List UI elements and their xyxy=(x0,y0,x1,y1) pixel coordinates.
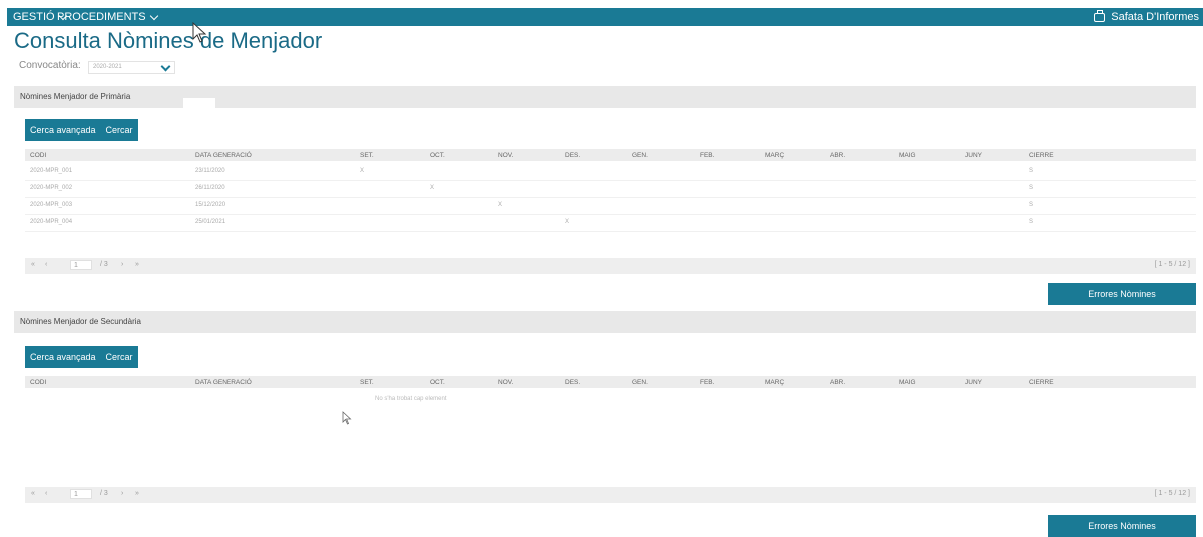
column-header[interactable]: MAIG xyxy=(899,152,916,159)
errors-button-secundaria[interactable]: Errores Nòmines xyxy=(1048,515,1196,537)
cell-data-generacio: 25/01/2021 xyxy=(195,219,226,225)
menu-gestio-label: GESTIÓ xyxy=(13,11,55,23)
pager-count: [ 1 - 5 / 12 ] xyxy=(1154,261,1190,268)
section-header-secundaria: Nòmines Menjador de Secundària xyxy=(14,311,1196,333)
pager-first-button[interactable]: « xyxy=(31,261,35,268)
section-title-primaria: Nòmines Menjador de Primària xyxy=(20,92,131,101)
convocatoria-select[interactable]: 2020-2021 xyxy=(88,61,175,74)
cell-codi: 2020-MPR_001 xyxy=(30,168,73,174)
column-header[interactable]: DES. xyxy=(565,379,580,386)
column-header[interactable]: GEN. xyxy=(632,152,648,159)
pager-total-pages: / 3 xyxy=(100,261,108,268)
table-header-secundaria: CODI DATA GENERACIÓ SET. OCT. NOV. DES. GEN. FE… xyxy=(25,376,1196,388)
column-header[interactable]: SET. xyxy=(360,379,374,386)
column-header[interactable]: FEB. xyxy=(700,379,714,386)
column-header[interactable]: SET. xyxy=(360,152,374,159)
table-header-primaria: CODI DATA GENERACIÓ SET. OCT. NOV. DES. GEN. FE… xyxy=(25,149,1196,161)
column-header[interactable]: ABR. xyxy=(830,152,845,159)
cell-month-mark: X xyxy=(565,219,570,225)
cell-codi: 2020-MPR_003 xyxy=(30,202,73,208)
menu-procediments-label: PROCEDIMENTS xyxy=(57,11,146,23)
convocatoria-label: Convocatòria: xyxy=(19,60,81,71)
advanced-search-button[interactable]: Cerca avançada xyxy=(25,352,101,362)
chevron-down-icon xyxy=(160,61,171,72)
pager-secundaria: « ‹ / 3 › » 1 [ 1 - 5 / 12 ] xyxy=(25,487,1196,503)
column-header[interactable]: MARÇ xyxy=(765,379,784,386)
cell-data-generacio: 26/11/2020 xyxy=(195,185,225,191)
column-header[interactable]: CODI xyxy=(30,152,46,159)
column-header[interactable]: NOV. xyxy=(498,152,513,159)
column-header[interactable]: MAIG xyxy=(899,379,916,386)
print-tray-label: Safata D'Informes xyxy=(1111,11,1199,23)
cell-data-generacio: 23/11/2020 xyxy=(195,168,225,174)
empty-table-message: No s'ha trobat cap element xyxy=(375,396,447,402)
column-header[interactable]: OCT. xyxy=(430,379,445,386)
cell-data-generacio: 15/12/2020 xyxy=(195,202,226,208)
printer-icon xyxy=(1094,9,1106,22)
cell-month-mark: X xyxy=(498,202,503,208)
table-row[interactable]: 2020-MPR_001 23/11/2020 X S xyxy=(25,163,1196,181)
pager-last-button[interactable]: » xyxy=(135,261,139,268)
cell-cierre: S xyxy=(1029,168,1034,174)
column-header[interactable]: JUNY xyxy=(965,152,982,159)
advanced-search-button[interactable]: Cerca avançada xyxy=(25,125,101,135)
column-header[interactable]: OCT. xyxy=(430,152,445,159)
cell-month-mark: X xyxy=(430,185,435,191)
top-navigation-bar: GESTIÓ PROCEDIMENTS Safata D'Informes xyxy=(7,8,1203,26)
column-header[interactable]: DES. xyxy=(565,152,580,159)
table-row[interactable]: 2020-MPR_004 25/01/2021 X S xyxy=(25,214,1196,232)
column-header[interactable]: CIERRE xyxy=(1029,379,1054,386)
pager-total-pages: / 3 xyxy=(100,490,108,497)
pager-count: [ 1 - 5 / 12 ] xyxy=(1154,490,1190,497)
pager-primaria: « ‹ / 3 › » 1 [ 1 - 5 / 12 ] xyxy=(25,258,1196,274)
section-title-secundaria: Nòmines Menjador de Secundària xyxy=(20,317,141,326)
column-header[interactable]: NOV. xyxy=(498,379,513,386)
page-number-input[interactable]: 1 xyxy=(70,260,92,270)
pager-next-button[interactable]: › xyxy=(121,490,123,497)
print-tray-link[interactable]: Safata D'Informes xyxy=(1094,9,1199,23)
tab-slot xyxy=(183,98,215,108)
errors-button-primaria[interactable]: Errores Nòmines xyxy=(1048,283,1196,305)
column-header[interactable]: ABR. xyxy=(830,379,845,386)
column-header[interactable]: DATA GENERACIÓ xyxy=(195,379,252,386)
pager-next-button[interactable]: › xyxy=(121,261,123,268)
table-row[interactable]: 2020-MPR_003 15/12/2020 X S xyxy=(25,197,1196,215)
chevron-down-icon xyxy=(149,11,158,20)
column-header[interactable]: FEB. xyxy=(700,152,714,159)
search-button[interactable]: Cercar xyxy=(101,125,138,135)
column-header[interactable]: CODI xyxy=(30,379,46,386)
cell-codi: 2020-MPR_002 xyxy=(30,185,73,191)
convocatoria-value: 2020-2021 xyxy=(93,64,122,70)
cell-cierre: S xyxy=(1029,219,1034,225)
cell-month-mark: X xyxy=(360,168,365,174)
column-header[interactable]: JUNY xyxy=(965,379,982,386)
search-toolbar-primaria: Cerca avançada Cercar xyxy=(25,119,138,141)
column-header[interactable]: CIERRE xyxy=(1029,152,1054,159)
pager-prev-button[interactable]: ‹ xyxy=(45,261,47,268)
search-button[interactable]: Cercar xyxy=(101,352,138,362)
column-header[interactable]: DATA GENERACIÓ xyxy=(195,152,252,159)
menu-procediments[interactable]: PROCEDIMENTS xyxy=(57,11,161,23)
cell-cierre: S xyxy=(1029,185,1034,191)
pager-prev-button[interactable]: ‹ xyxy=(45,490,47,497)
column-header[interactable]: MARÇ xyxy=(765,152,784,159)
table-row[interactable]: 2020-MPR_002 26/11/2020 X S xyxy=(25,180,1196,198)
search-toolbar-secundaria: Cerca avançada Cercar xyxy=(25,346,138,368)
page-number-input[interactable]: 1 xyxy=(70,489,92,499)
cell-codi: 2020-MPR_004 xyxy=(30,219,73,225)
pager-last-button[interactable]: » xyxy=(135,490,139,497)
pager-first-button[interactable]: « xyxy=(31,490,35,497)
page-title: Consulta Nòmines de Menjador xyxy=(14,28,323,53)
cell-cierre: S xyxy=(1029,202,1034,208)
column-header[interactable]: GEN. xyxy=(632,379,648,386)
